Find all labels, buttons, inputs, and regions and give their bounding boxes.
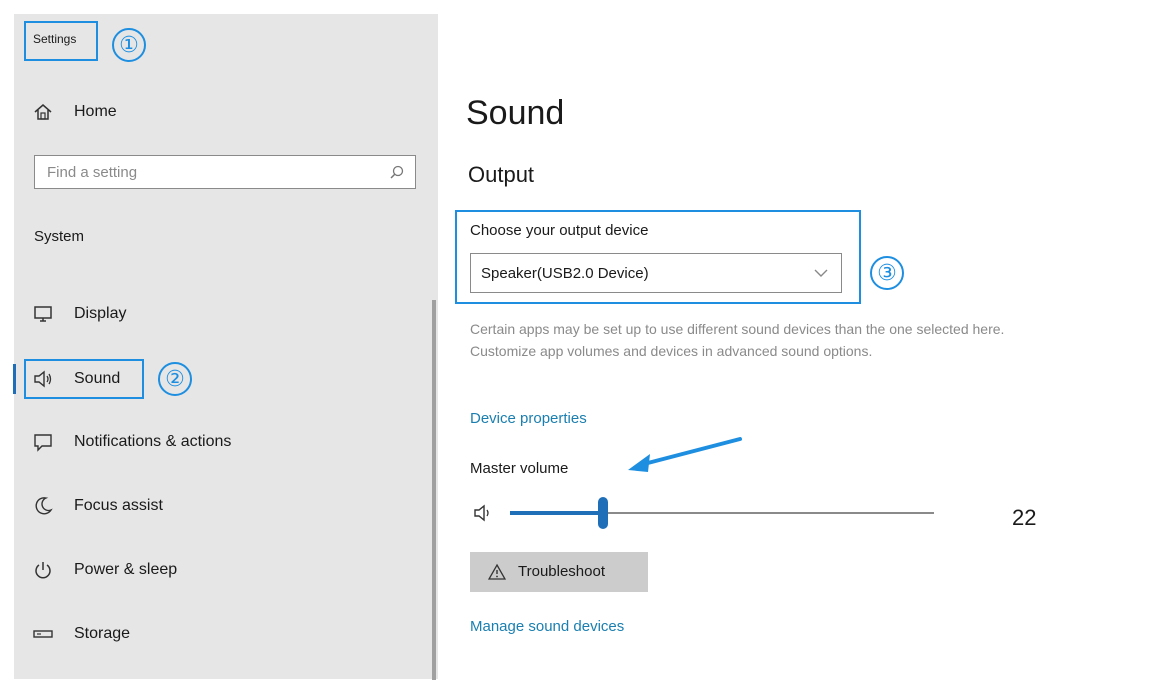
sidebar-section-system: System — [34, 228, 85, 245]
manage-sound-devices-link[interactable]: Manage sound devices — [470, 618, 624, 635]
sidebar-item-power-sleep[interactable]: Power & sleep — [14, 551, 438, 591]
search-input[interactable]: Find a setting — [34, 155, 416, 189]
sidebar-item-focus-assist[interactable]: Focus assist — [14, 487, 438, 527]
sidebar-item-home-label: Home — [74, 103, 117, 120]
sidebar-item-home[interactable]: Home — [14, 93, 438, 133]
step-3-marker: ③ — [870, 256, 904, 290]
sidebar-item-sound[interactable]: Sound — [14, 360, 438, 400]
settings-title: Settings — [33, 32, 77, 46]
sidebar-item-storage-label: Storage — [74, 625, 131, 642]
master-volume-thumb[interactable] — [598, 497, 609, 529]
step-1-marker: ① — [112, 28, 146, 62]
sidebar-item-sound-label: Sound — [74, 370, 121, 387]
sidebar-item-notifications-label: Notifications & actions — [74, 433, 232, 450]
master-volume-fill — [510, 511, 604, 515]
warning-icon — [488, 563, 506, 580]
moon-icon — [35, 497, 53, 515]
storage-icon — [33, 630, 53, 638]
device-properties-link[interactable]: Device properties — [470, 410, 587, 427]
home-icon — [34, 104, 52, 120]
master-volume-label: Master volume — [470, 460, 569, 477]
search-placeholder: Find a setting — [47, 164, 138, 181]
arrow-pointer-icon — [628, 437, 742, 472]
output-device-label: Choose your output device — [470, 222, 649, 239]
master-volume-value: 22 — [1012, 505, 1037, 530]
sidebar-item-display-label: Display — [74, 305, 127, 322]
page-title: Sound — [466, 94, 565, 132]
power-icon — [35, 562, 51, 579]
monitor-icon — [34, 306, 52, 322]
sidebar-item-storage[interactable]: Storage — [14, 615, 438, 655]
sidebar-item-focus-assist-label: Focus assist — [74, 497, 163, 514]
chevron-down-icon — [814, 269, 828, 277]
search-icon — [390, 165, 404, 179]
step-2-marker: ② — [158, 362, 192, 396]
output-device-value: Speaker(USB2.0 Device) — [481, 265, 649, 282]
volume-speaker-icon[interactable] — [472, 502, 494, 524]
notification-icon — [34, 434, 52, 452]
sidebar-scrollbar[interactable] — [432, 300, 436, 680]
troubleshoot-label: Troubleshoot — [518, 563, 605, 580]
sidebar-item-power-sleep-label: Power & sleep — [74, 561, 178, 578]
output-description: Certain apps may be set up to use differ… — [470, 321, 1005, 359]
output-heading: Output — [468, 162, 535, 187]
troubleshoot-button[interactable]: Troubleshoot — [470, 552, 648, 592]
speaker-icon — [34, 370, 52, 388]
sidebar-item-notifications[interactable]: Notifications & actions — [14, 423, 438, 463]
sidebar-item-display[interactable]: Display — [14, 295, 438, 335]
output-device-dropdown[interactable]: Speaker(USB2.0 Device) — [470, 253, 842, 293]
